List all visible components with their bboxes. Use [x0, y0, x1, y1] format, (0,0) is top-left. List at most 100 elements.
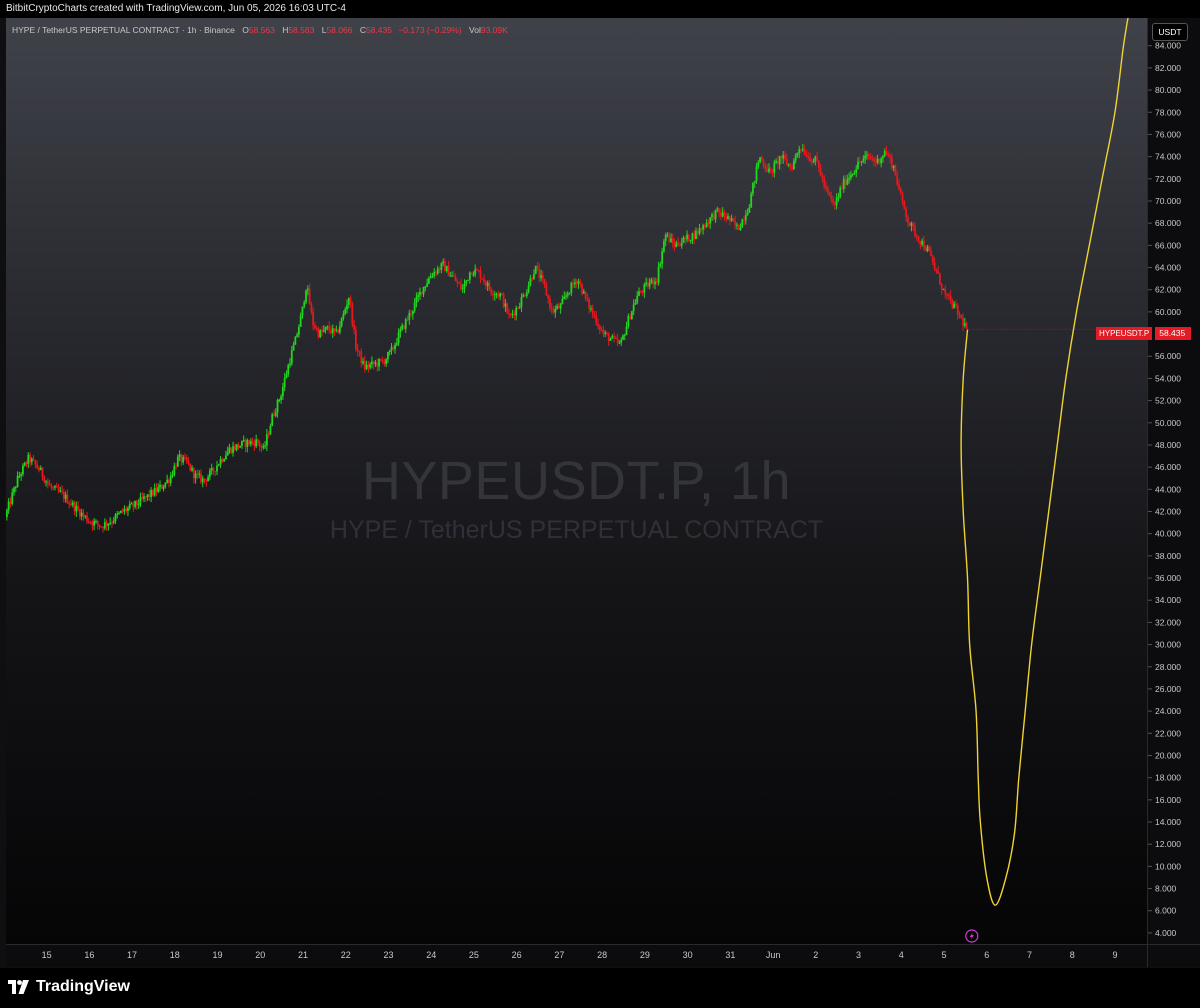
candle-up [892, 165, 895, 168]
candle-down [497, 293, 500, 297]
candle-down [826, 187, 829, 192]
candle-down [572, 282, 575, 285]
candle-down [552, 308, 555, 313]
time-tick-label: 19 [213, 950, 223, 960]
candle-up [169, 475, 172, 484]
candle-up [265, 434, 268, 446]
candle-down [502, 294, 505, 307]
candle-up [577, 280, 580, 284]
time-tick-label: 15 [42, 950, 52, 960]
candle-down [420, 291, 423, 295]
candle-down [454, 276, 457, 282]
candle-down [844, 178, 847, 185]
candle-down [687, 234, 690, 242]
candle-down [805, 154, 808, 157]
projection-line[interactable] [960, 18, 1130, 906]
candle-up [303, 302, 306, 307]
candle-up [374, 362, 377, 365]
candle-up [474, 269, 477, 275]
tradingview-logo[interactable]: TradingView [8, 977, 130, 997]
candle-up [123, 508, 126, 512]
candle-up [837, 197, 840, 199]
candle-down [955, 303, 957, 306]
price-tick-label: 78.000 [1155, 107, 1181, 117]
tradingview-logo-icon [8, 980, 29, 994]
lightning-event-icon[interactable] [965, 929, 979, 943]
candle-down [141, 497, 144, 499]
candle-down [581, 283, 583, 294]
candle-down [908, 222, 911, 226]
candle-up [814, 156, 817, 161]
symbol-legend[interactable]: HYPE / TetherUS PERPETUAL CONTRACT · 1h … [12, 25, 508, 35]
candle-up [623, 334, 626, 336]
price-tick-label: 60.000 [1155, 307, 1181, 317]
candle-up [848, 177, 851, 180]
candle-up [413, 302, 416, 311]
candle-up [796, 152, 799, 156]
candle-down [602, 330, 605, 334]
candle-down [381, 360, 384, 362]
candle-down [330, 330, 332, 334]
candle-down [607, 333, 610, 341]
candle-up [208, 470, 211, 477]
candle-down [36, 464, 39, 469]
time-tick-label: 6 [984, 950, 989, 960]
candle-up [883, 151, 886, 156]
candle-down [931, 256, 934, 263]
candle-down [260, 446, 263, 448]
candle-up [178, 454, 181, 457]
candle-down [337, 329, 339, 333]
candle-down [960, 314, 963, 318]
candle-up [880, 158, 883, 164]
candle-down [77, 505, 80, 510]
candle-up [540, 275, 542, 279]
candle-up [80, 512, 83, 517]
candle-up [518, 306, 521, 309]
candle-up [153, 487, 156, 496]
candle-up [338, 326, 341, 333]
candle-up [744, 214, 747, 221]
candle-up [449, 275, 452, 277]
candle-up [716, 208, 719, 210]
candle-up [682, 237, 685, 243]
candle-up [527, 285, 530, 293]
candle-down [312, 311, 315, 326]
candle-up [271, 414, 274, 427]
candle-up [278, 399, 281, 401]
candle-down [189, 463, 192, 471]
price-tick-label: 70.000 [1155, 196, 1181, 206]
candle-down [392, 347, 395, 350]
candle-up [171, 474, 174, 476]
candle-down [887, 154, 890, 156]
candle-up [739, 227, 742, 231]
candle-up [625, 326, 628, 335]
candle-up [910, 223, 913, 226]
chart-pane[interactable]: HYPEUSDT.P, 1h HYPE / TetherUS PERPETUAL… [6, 18, 1147, 944]
candle-up [417, 295, 420, 298]
candle-down [470, 272, 473, 275]
candle-up [157, 487, 160, 492]
candle-down [915, 235, 918, 237]
candle-down [764, 165, 767, 169]
candle-up [691, 233, 694, 241]
candle-up [371, 361, 373, 365]
candle-up [520, 297, 523, 307]
time-tick-label: 23 [383, 950, 393, 960]
time-scale[interactable]: 15 16 17 18 19 20 21 22 23 24 25 26 27 28 29 30 31 Jun 2 3 4… [6, 944, 1147, 967]
price-scale[interactable]: 84.000 82.000 80.000 78.000 76.000 74.000 72.0… [1147, 18, 1200, 944]
candle-up [164, 482, 167, 487]
candle-up [736, 224, 738, 226]
candle-up [401, 325, 404, 330]
candle-down [125, 508, 128, 512]
time-tick-label: 3 [856, 950, 861, 960]
price-tick-label: 56.000 [1155, 351, 1181, 361]
candle-down [86, 515, 88, 522]
candle-down [52, 487, 55, 489]
currency-button[interactable]: USDT [1152, 23, 1188, 41]
candle-up [721, 212, 724, 217]
candle-up [198, 473, 201, 475]
price-chart-svg[interactable] [6, 18, 1147, 944]
candle-up [127, 507, 129, 512]
candle-up [182, 457, 185, 463]
candle-down [703, 225, 706, 228]
